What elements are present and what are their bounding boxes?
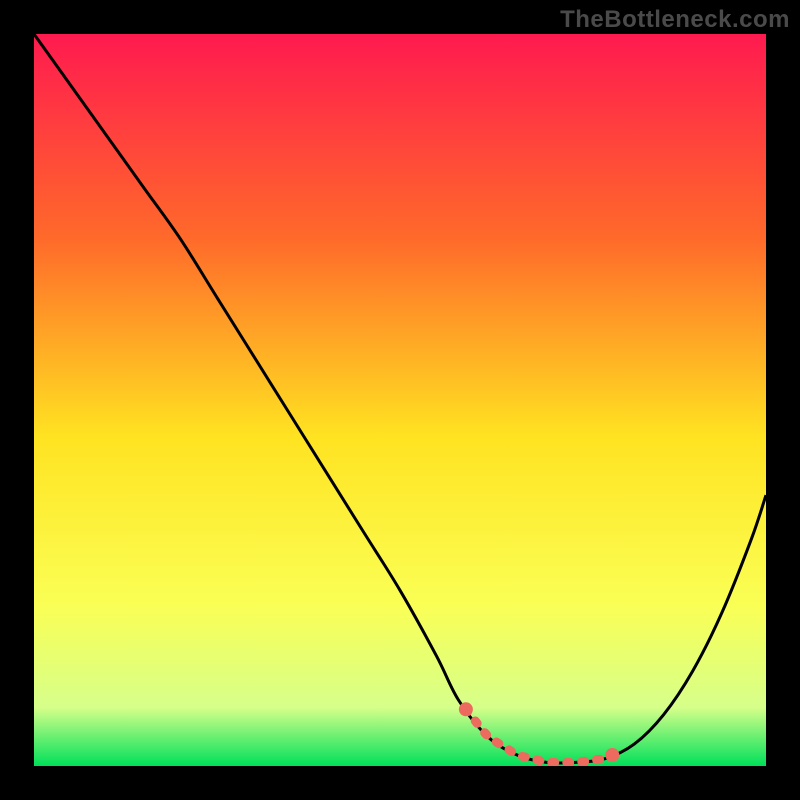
chart-frame: TheBottleneck.com [0, 0, 800, 800]
chart-svg [34, 34, 766, 766]
gradient-background [34, 34, 766, 766]
watermark-text: TheBottleneck.com [560, 6, 790, 34]
plot-area [34, 34, 766, 766]
